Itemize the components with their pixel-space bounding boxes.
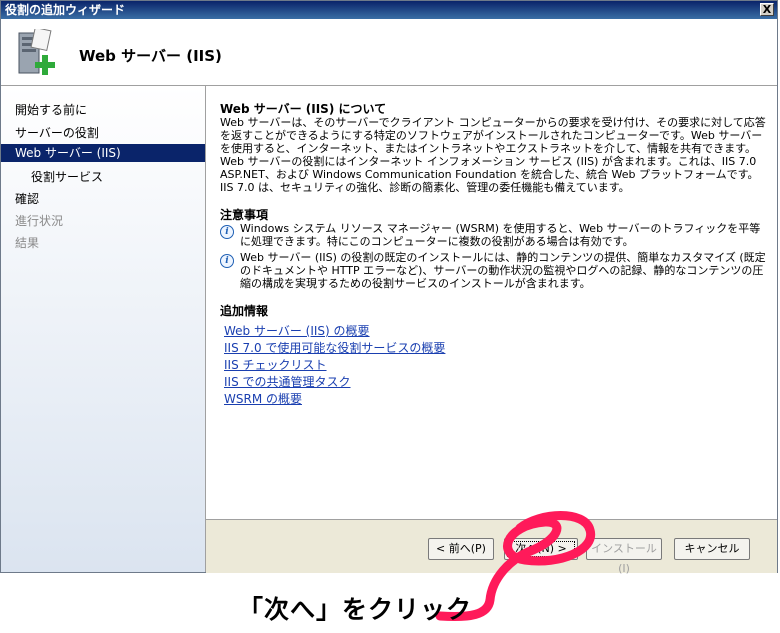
more-info-heading: 追加情報 (220, 304, 269, 318)
link-iis-checklist[interactable]: IIS チェックリスト (224, 356, 327, 373)
notes-heading: 注意事項 (220, 208, 269, 222)
note-default-install: Web サーバー (IIS) の役割の既定のインストールには、静的コンテンツの提… (240, 251, 766, 290)
next-button[interactable]: 次へ(N) > (504, 538, 578, 560)
annotation-caption: 「次へ」をクリック (238, 595, 473, 624)
wizard-window: 役割の追加ウィザード X Web サーバー (IIS) 開始する前に サーバーの… (0, 0, 778, 575)
link-web-server-overview[interactable]: Web サーバー (IIS) の概要 (224, 322, 370, 339)
sidebar-item-results: 結果 (15, 236, 40, 250)
content-pane: Web サーバー (IIS) について Web サーバーは、そのサーバーでクライ… (206, 86, 777, 519)
server-add-icon (18, 29, 55, 75)
wizard-sidebar: 開始する前に サーバーの役割 Web サーバー (IIS) 役割サービス 確認 … (1, 86, 206, 572)
close-button[interactable]: X (760, 3, 774, 16)
install-button: インストール(I) (586, 538, 662, 575)
sidebar-item-server-roles[interactable]: サーバーの役割 (15, 124, 99, 141)
sidebar-item-role-services[interactable]: 役割サービス (31, 168, 103, 185)
header-title: Web サーバー (IIS) (79, 47, 222, 65)
sidebar-item-web-server[interactable]: Web サーバー (IIS) (1, 144, 205, 162)
wizard-footer: < 前へ(P) 次へ(N) > インストール(I) キャンセル (206, 519, 777, 575)
about-heading: Web サーバー (IIS) について (220, 102, 387, 116)
sidebar-item-confirmation[interactable]: 確認 (15, 190, 39, 207)
link-common-admin-tasks[interactable]: IIS での共通管理タスク (224, 373, 351, 390)
info-icon: i (220, 225, 234, 239)
info-icon: i (220, 254, 234, 268)
window-title: 役割の追加ウィザード (5, 3, 126, 17)
note-wsrm: Windows システム リソース マネージャー (WSRM) を使用すると、W… (240, 222, 761, 248)
back-button[interactable]: < 前へ(P) (428, 538, 494, 560)
link-role-services-overview[interactable]: IIS 7.0 で使用可能な役割サービスの概要 (224, 339, 445, 356)
wizard-header: Web サーバー (IIS) (1, 19, 777, 86)
cancel-button[interactable]: キャンセル (674, 538, 750, 560)
link-wsrm-overview[interactable]: WSRM の概要 (224, 390, 302, 407)
sidebar-item-before-you-begin[interactable]: 開始する前に (15, 101, 87, 118)
sidebar-item-progress: 進行状況 (15, 214, 64, 228)
title-bar: 役割の追加ウィザード X (1, 1, 777, 19)
about-text: Web サーバーは、そのサーバーでクライアント コンピューターからの要求を受け付… (220, 116, 766, 194)
